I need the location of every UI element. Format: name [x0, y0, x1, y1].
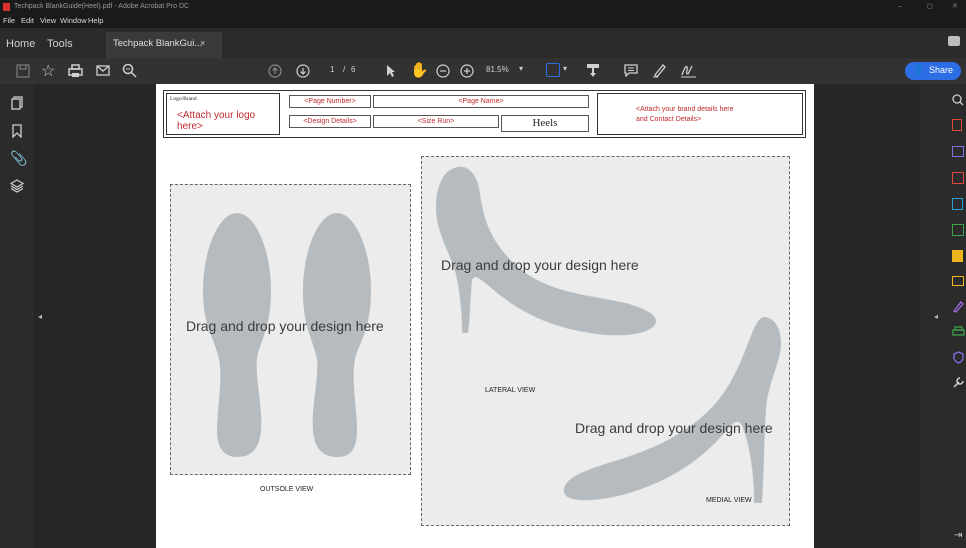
- fit-page-icon[interactable]: [546, 63, 560, 77]
- page-number-input[interactable]: 1: [330, 65, 334, 74]
- medial-drop-label: Drag and drop your design here: [575, 420, 773, 436]
- next-page-icon[interactable]: [296, 64, 310, 78]
- menu-edit[interactable]: Edit: [21, 14, 34, 28]
- menu-bar: File Edit View Window Help: [0, 14, 966, 28]
- logo-placeholder: <Attach your logo here>: [177, 110, 256, 132]
- minimize-icon[interactable]: –: [898, 0, 902, 14]
- tab-document-label: Techpack BlankGui...: [113, 38, 203, 49]
- left-panel-collapsed: ◂: [34, 84, 48, 548]
- close-window-icon[interactable]: ✕: [952, 0, 958, 14]
- edit-pdf-icon[interactable]: [952, 250, 963, 262]
- design-details-field[interactable]: <Design Details>: [289, 115, 371, 128]
- brand-details-line2: and Contact Details>: [636, 116, 702, 123]
- save-icon[interactable]: [16, 64, 30, 78]
- prev-page-icon[interactable]: [268, 64, 282, 78]
- lateral-view-caption: LATERAL VIEW: [485, 387, 536, 394]
- share-person-icon: 👤: [913, 65, 925, 75]
- comment-tool-icon[interactable]: [952, 276, 964, 286]
- header-fields: <Page Number> <Page Name> <Design Detail…: [284, 93, 594, 135]
- tab-home[interactable]: Home: [6, 38, 35, 50]
- bookmarks-panel-icon[interactable]: [12, 124, 22, 138]
- logo-box[interactable]: Logo/Brand <Attach your logo here>: [166, 93, 280, 135]
- lateral-heel-shape: [435, 166, 657, 336]
- expand-left-panel-icon[interactable]: ◂: [38, 312, 42, 321]
- export-pdf-icon[interactable]: [952, 198, 963, 210]
- zoom-level-select[interactable]: 81.5%: [486, 65, 509, 74]
- window-title: Techpack BlankGuide(Heel).pdf - Adobe Ac…: [14, 3, 190, 10]
- combine-files-icon[interactable]: [952, 146, 964, 157]
- expand-tools-icon[interactable]: ⇥: [954, 530, 962, 541]
- email-icon[interactable]: [96, 65, 110, 76]
- acrobat-app-icon: [3, 3, 10, 11]
- attachments-panel-icon[interactable]: 📎: [10, 150, 27, 167]
- title-bar: Techpack BlankGuide(Heel).pdf - Adobe Ac…: [0, 0, 966, 14]
- right-tools-pane: ◂ ⇥: [920, 84, 966, 548]
- share-button[interactable]: 👤 Share: [905, 62, 961, 80]
- menu-help[interactable]: Help: [88, 14, 103, 28]
- menu-view[interactable]: View: [40, 14, 56, 28]
- sign-icon[interactable]: [680, 63, 697, 78]
- print-icon[interactable]: [68, 64, 83, 78]
- maximize-icon[interactable]: ◻: [927, 0, 933, 14]
- outsole-view-caption: OUTSOLE VIEW: [260, 486, 314, 493]
- fit-dropdown-icon[interactable]: ▾: [563, 64, 567, 73]
- page-separator: /: [343, 65, 346, 74]
- tab-tools[interactable]: Tools: [47, 38, 73, 50]
- outsole-drop-zone[interactable]: Drag and drop your design here: [170, 184, 411, 475]
- search-icon[interactable]: [122, 63, 137, 78]
- pdf-page: Logo/Brand <Attach your logo here> <Page…: [156, 84, 814, 548]
- right-outsole-shape: [303, 213, 371, 457]
- left-outsole-shape: [203, 213, 271, 457]
- outsole-drop-label: Drag and drop your design here: [186, 318, 384, 334]
- page-total: 6: [351, 65, 356, 74]
- protect-shield-icon[interactable]: [953, 351, 964, 364]
- zoom-tool-icon[interactable]: [952, 94, 964, 106]
- zoom-in-icon[interactable]: [460, 64, 474, 78]
- toolbar: ☆ 1 / 6 ✋ 81.5% ▾ ▾ 👤 Share: [0, 58, 966, 84]
- brand-details-line1: <Attach your brand details here: [636, 106, 734, 113]
- pages-panel-icon[interactable]: [11, 96, 23, 110]
- bookmark-star-icon[interactable]: ☆: [41, 61, 55, 81]
- comment-icon[interactable]: [624, 64, 638, 77]
- page-name-field[interactable]: <Page Name>: [373, 95, 589, 108]
- header-frame: Logo/Brand <Attach your logo here> <Page…: [163, 90, 806, 138]
- page-number-field[interactable]: <Page Number>: [289, 95, 371, 108]
- menu-window[interactable]: Window: [60, 14, 87, 28]
- more-tools-wrench-icon[interactable]: [952, 376, 965, 389]
- medial-heel-shape: [563, 316, 782, 504]
- zoom-dropdown-icon[interactable]: ▾: [519, 64, 523, 73]
- menu-file[interactable]: File: [3, 14, 15, 28]
- scan-ocr-icon[interactable]: [952, 224, 964, 236]
- zoom-out-icon[interactable]: [436, 64, 450, 78]
- create-pdf-icon[interactable]: [952, 119, 962, 131]
- fill-sign-icon[interactable]: [952, 300, 965, 313]
- organize-pages-icon[interactable]: [952, 172, 964, 184]
- comment-bubble-icon[interactable]: [948, 36, 960, 46]
- size-run-field[interactable]: <Size Run>: [373, 115, 499, 128]
- share-label: Share: [929, 65, 954, 75]
- left-navigation-rail: 📎: [0, 84, 34, 548]
- medial-view-caption: MEDIAL VIEW: [706, 497, 752, 504]
- tab-bar: Home Tools Techpack BlankGui... ×: [0, 28, 966, 58]
- print-production-icon[interactable]: [952, 326, 965, 338]
- tab-document[interactable]: Techpack BlankGui... ×: [106, 32, 222, 58]
- lateral-drop-label: Drag and drop your design here: [441, 257, 639, 273]
- product-field[interactable]: Heels: [501, 115, 589, 132]
- hand-tool-icon[interactable]: ✋: [410, 61, 429, 79]
- side-view-drop-zone[interactable]: Drag and drop your design here LATERAL V…: [421, 156, 790, 526]
- layers-panel-icon[interactable]: [10, 179, 24, 193]
- select-cursor-icon[interactable]: [386, 64, 396, 78]
- stamp-icon[interactable]: [586, 63, 600, 78]
- logo-label: Logo/Brand: [170, 96, 197, 102]
- tab-close-icon[interactable]: ×: [200, 38, 205, 48]
- brand-details-box[interactable]: <Attach your brand details here and Cont…: [597, 93, 803, 135]
- collapse-right-pane-icon[interactable]: ◂: [934, 312, 938, 321]
- highlight-pen-icon[interactable]: [652, 63, 667, 78]
